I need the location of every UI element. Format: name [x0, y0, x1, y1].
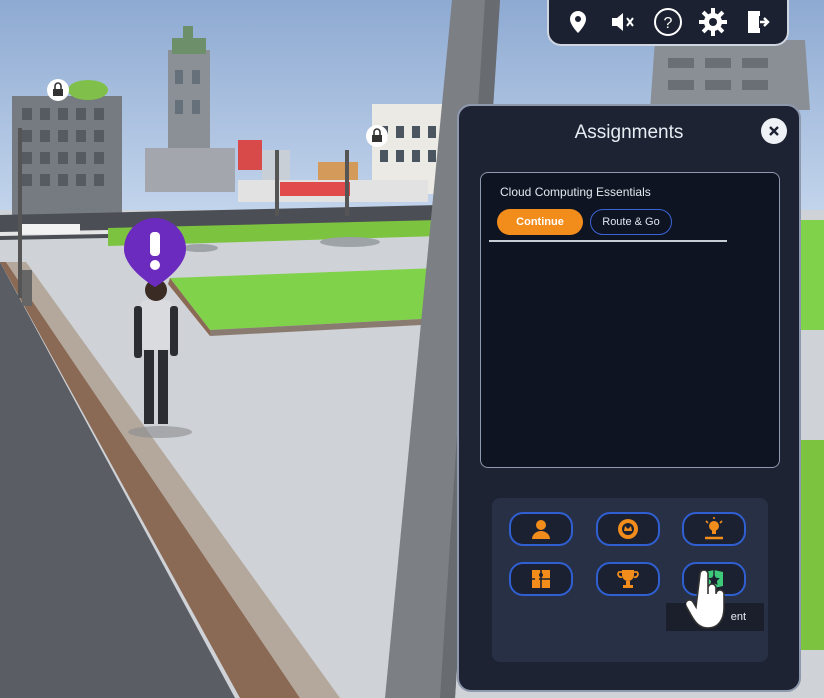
settings-icon[interactable]	[694, 3, 732, 41]
exit-door-icon[interactable]	[739, 3, 777, 41]
course-title: Cloud Computing Essentials	[500, 185, 651, 199]
puzzle-icon[interactable]	[509, 562, 573, 596]
assignment-list: Cloud Computing Essentials Continue Rout…	[480, 172, 780, 468]
panel-title: Assignments	[574, 122, 684, 143]
profile-icon[interactable]	[509, 512, 573, 546]
hand-cursor-icon	[686, 570, 725, 629]
building-left	[12, 80, 122, 216]
route-and-go-button[interactable]: Route & Go	[590, 209, 672, 235]
mute-icon[interactable]	[604, 3, 642, 41]
building-far-right	[650, 40, 810, 110]
divider	[489, 240, 727, 242]
top-toolbar: ?	[547, 0, 789, 46]
badge-icon[interactable]	[596, 512, 660, 546]
trophy-icon[interactable]	[596, 562, 660, 596]
continue-button[interactable]: Continue	[497, 209, 583, 235]
close-icon[interactable]	[761, 118, 787, 144]
idea-icon[interactable]	[682, 512, 746, 546]
location-pin-icon[interactable]	[559, 3, 597, 41]
help-icon[interactable]: ?	[649, 3, 687, 41]
svg-text:?: ?	[664, 15, 673, 32]
